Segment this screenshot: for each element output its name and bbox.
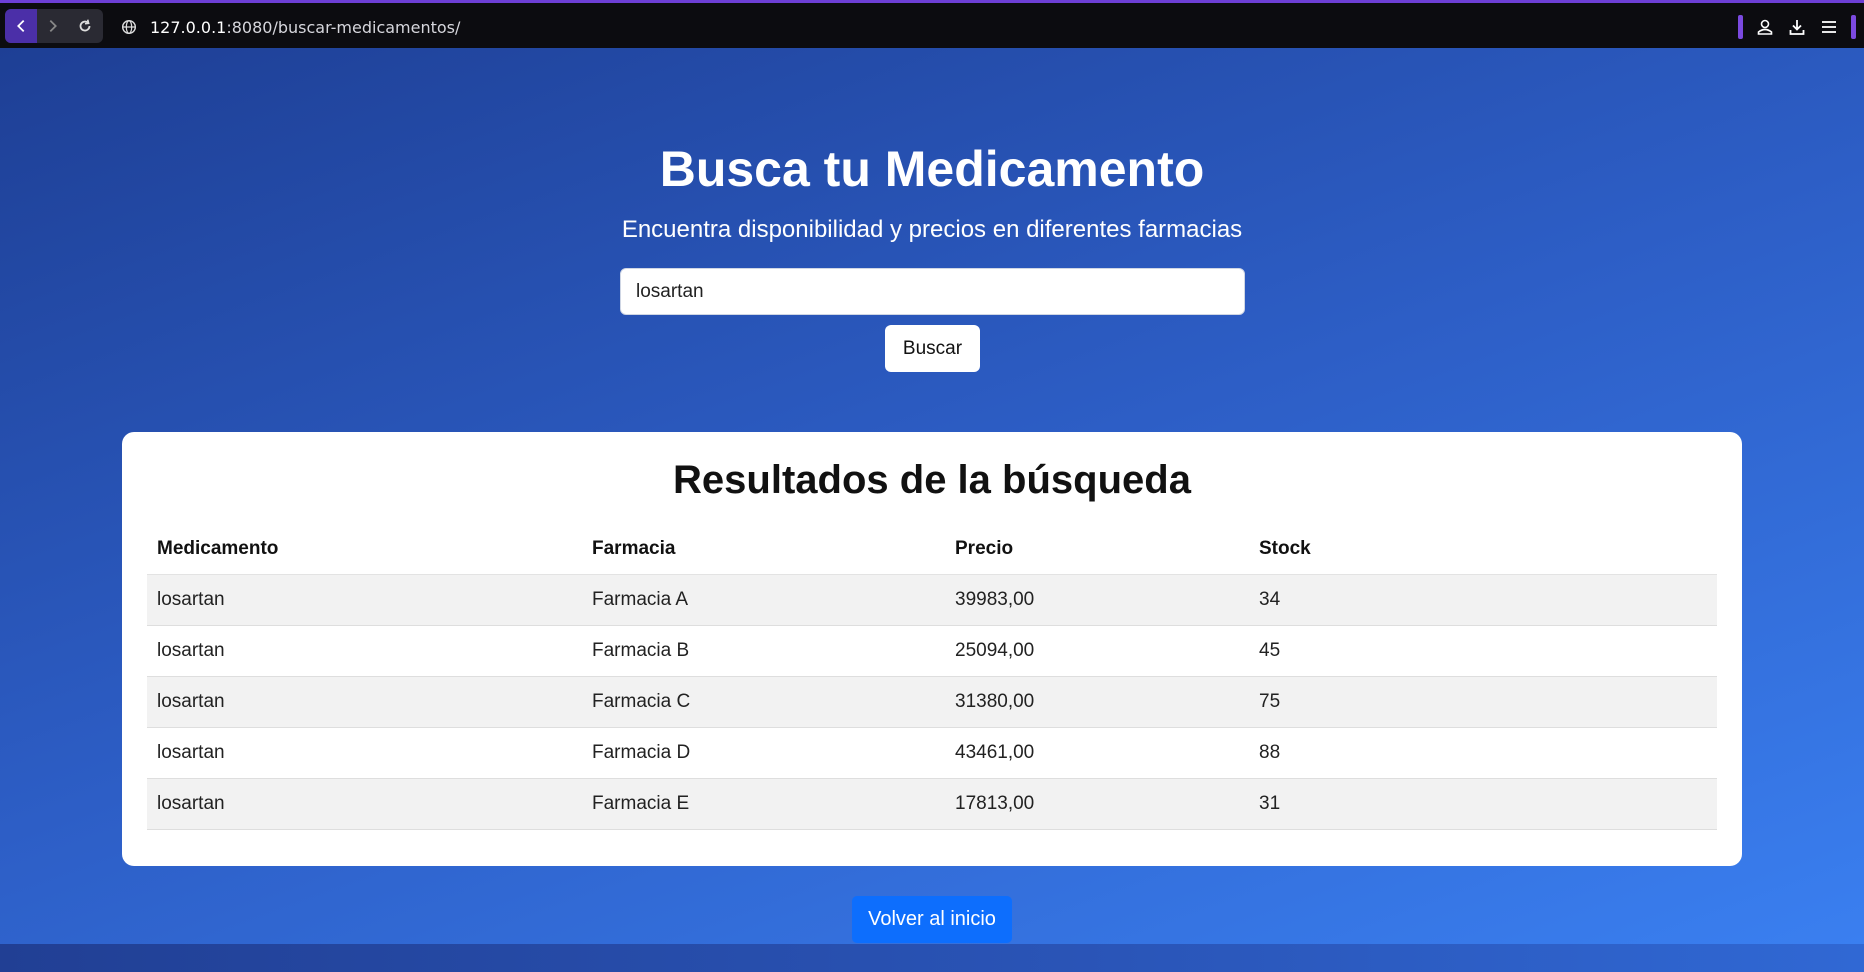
column-header-stock: Stock (1249, 524, 1717, 575)
download-icon[interactable] (1787, 17, 1807, 37)
globe-icon (121, 19, 137, 35)
cell-stock: 75 (1249, 676, 1717, 728)
back-button[interactable] (5, 9, 37, 43)
results-title: Resultados de la búsqueda (673, 458, 1191, 502)
cell-farmacia: Farmacia B (582, 625, 945, 677)
table-row: losartan Farmacia D 43461,00 88 (147, 727, 1717, 779)
column-header-medicamento: Medicamento (147, 524, 582, 575)
cell-medicamento: losartan (147, 625, 582, 677)
cell-medicamento: losartan (147, 727, 582, 779)
page-subtitle: Encuentra disponibilidad y precios en di… (621, 216, 1243, 243)
url-text: 127.0.0.1:8080/buscar-medicamentos/ (150, 18, 460, 37)
url-host: 127.0.0.1 (150, 17, 227, 37)
menu-icon[interactable] (1819, 17, 1839, 37)
table-row: losartan Farmacia A 39983,00 34 (147, 574, 1717, 626)
back-to-home-button[interactable]: Volver al inicio (852, 896, 1012, 943)
forward-icon (49, 19, 57, 33)
reload-button[interactable] (69, 9, 101, 43)
cell-farmacia: Farmacia D (582, 727, 945, 779)
navigation-buttons (5, 9, 103, 43)
page-content: Busca tu Medicamento Encuentra disponibi… (0, 48, 1864, 944)
search-button[interactable]: Buscar (885, 325, 980, 372)
column-header-farmacia: Farmacia (582, 524, 945, 575)
footer-strip (0, 944, 1864, 972)
back-icon (17, 19, 25, 33)
cell-farmacia: Farmacia E (582, 778, 945, 830)
cell-medicamento: losartan (147, 676, 582, 728)
cell-precio: 25094,00 (945, 625, 1249, 677)
cell-stock: 31 (1249, 778, 1717, 830)
cell-precio: 39983,00 (945, 574, 1249, 626)
forward-button[interactable] (37, 9, 69, 43)
account-icon[interactable] (1755, 17, 1775, 37)
address-bar[interactable]: 127.0.0.1:8080/buscar-medicamentos/ (120, 13, 460, 41)
column-header-precio: Precio (945, 524, 1249, 575)
cell-medicamento: losartan (147, 574, 582, 626)
cell-precio: 31380,00 (945, 676, 1249, 728)
table-row: losartan Farmacia C 31380,00 75 (147, 676, 1717, 728)
sidebar-toggle[interactable] (1738, 15, 1743, 39)
table-header-row: Medicamento Farmacia Precio Stock (147, 524, 1717, 575)
cell-farmacia: Farmacia A (582, 574, 945, 626)
table-row: losartan Farmacia E 17813,00 31 (147, 778, 1717, 830)
reload-icon (79, 19, 91, 32)
cell-stock: 45 (1249, 625, 1717, 677)
panel-toggle[interactable] (1851, 15, 1856, 39)
cell-stock: 88 (1249, 727, 1717, 779)
browser-toolbar: 127.0.0.1:8080/buscar-medicamentos/ (0, 0, 1864, 48)
results-table: Medicamento Farmacia Precio Stock losart… (147, 524, 1717, 830)
cell-farmacia: Farmacia C (582, 676, 945, 728)
results-card: Resultados de la búsqueda Medicamento Fa… (122, 432, 1742, 866)
cell-precio: 17813,00 (945, 778, 1249, 830)
cell-stock: 34 (1249, 574, 1717, 626)
cell-precio: 43461,00 (945, 727, 1249, 779)
search-input[interactable] (620, 268, 1245, 315)
table-row: losartan Farmacia B 25094,00 45 (147, 625, 1717, 677)
cell-medicamento: losartan (147, 778, 582, 830)
browser-actions (1738, 13, 1856, 41)
page-title: Busca tu Medicamento (659, 141, 1205, 197)
url-path: :8080/buscar-medicamentos/ (226, 17, 461, 37)
